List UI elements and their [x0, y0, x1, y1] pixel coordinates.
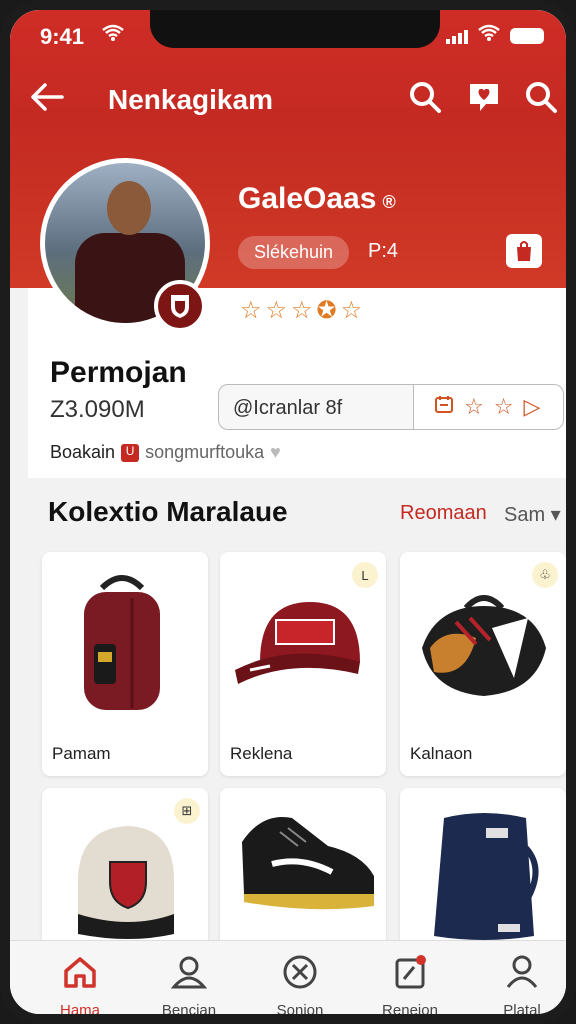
star-icon[interactable]: ☆	[464, 394, 484, 420]
product-card[interactable]: ⊞	[42, 788, 208, 948]
calendar-icon[interactable]	[434, 394, 454, 420]
backpack-icon	[84, 575, 160, 710]
search-icon[interactable]	[524, 80, 558, 121]
profile-icon	[472, 955, 566, 998]
shopping-bag-icon[interactable]	[506, 234, 542, 268]
notch	[150, 10, 440, 48]
product-card[interactable]: ♧ Kalnaon	[400, 552, 566, 776]
cap-icon	[235, 602, 360, 684]
status-bar: 9:41	[10, 10, 566, 62]
category-pill[interactable]: Slékehuin	[238, 236, 350, 269]
product-label: Kalnaon	[410, 744, 473, 763]
app-bar: Nenkagikam	[10, 68, 566, 134]
backpack-icon	[78, 826, 174, 939]
pill-count: P:4	[368, 240, 399, 262]
product-card[interactable]	[400, 788, 566, 948]
badge-icon: ♧	[532, 562, 558, 588]
home-icon	[30, 955, 130, 998]
shop-description: Boakain U songmurftouka ♥	[50, 442, 281, 463]
wifi-icon	[478, 24, 500, 47]
profile-actions: ☆ ☆ ▷	[414, 384, 564, 430]
page-title: Nenkagikam	[108, 84, 273, 115]
head-shape	[107, 181, 151, 235]
back-arrow-icon[interactable]	[30, 82, 64, 120]
club-logo-icon: U	[121, 443, 140, 462]
product-card[interactable]: Pamam	[42, 552, 208, 776]
club-crest-icon	[154, 280, 206, 332]
nav-item-reneion[interactable]: Reneion	[360, 955, 460, 1014]
nav-item-bencian[interactable]: Bencian	[139, 955, 239, 1014]
status-right	[446, 24, 544, 47]
status-time: 9:41	[40, 24, 85, 49]
clipboard-icon	[360, 955, 460, 998]
product-card[interactable]	[220, 788, 386, 948]
verified-icon: ®	[382, 192, 396, 212]
shoe-icon	[242, 817, 374, 910]
search-icon[interactable]	[408, 80, 442, 121]
nav-label: Sonion	[276, 1002, 324, 1014]
user-icon	[139, 955, 239, 998]
nav-item-sonion[interactable]: Sonion	[250, 955, 350, 1014]
battery-icon	[510, 27, 544, 44]
profile-search-field[interactable]: @Icranlar 8f	[218, 384, 414, 430]
close-circle-icon	[250, 955, 350, 998]
star-icon[interactable]: ☆	[494, 394, 514, 420]
nav-label: Reneion	[382, 1002, 438, 1014]
product-label: Pamam	[52, 744, 111, 763]
phone-frame: 9:41 Nenkagikam GaleOaas ® Slékehuin P:4…	[0, 0, 576, 1024]
nav-label: Bencian	[161, 1002, 217, 1014]
desc-label: Boakain	[50, 442, 116, 462]
shop-name: GaleOaas ®	[238, 182, 396, 216]
screen: 9:41 Nenkagikam GaleOaas ® Slékehuin P:4…	[10, 10, 566, 1014]
play-icon[interactable]: ▷	[523, 394, 540, 420]
rating-stars: ☆☆☆✪☆	[240, 297, 367, 324]
product-label: Reklena	[230, 744, 293, 763]
sort-dropdown[interactable]: Sam ▾	[504, 502, 561, 527]
nav-label: Platal	[503, 1002, 541, 1014]
section-title: Kolextio Maralaue	[48, 496, 288, 527]
desc-sub: songmurftouka	[145, 442, 265, 462]
tote-icon	[434, 813, 539, 940]
signal-icon	[446, 28, 468, 44]
profile-name: Permojan	[50, 356, 187, 389]
bag-icon	[422, 595, 546, 696]
shop-name-text: GaleOaas	[238, 182, 377, 215]
nav-label: Hama	[59, 1002, 100, 1014]
nav-item-platal[interactable]: Platal	[472, 955, 566, 1014]
bottom-nav: Hama Bencian Sonion Reneion Platal	[10, 940, 566, 1014]
follower-count: Z3.090M	[50, 396, 145, 423]
nav-item-home[interactable]: Hama	[30, 955, 130, 1014]
wifi-icon	[102, 24, 124, 47]
chat-heart-icon[interactable]	[466, 80, 502, 121]
section-link[interactable]: Reomaan	[400, 502, 487, 525]
badge-icon: L	[352, 562, 378, 588]
heart-icon[interactable]: ♥	[270, 442, 281, 463]
product-card[interactable]: L Reklena	[220, 552, 386, 776]
